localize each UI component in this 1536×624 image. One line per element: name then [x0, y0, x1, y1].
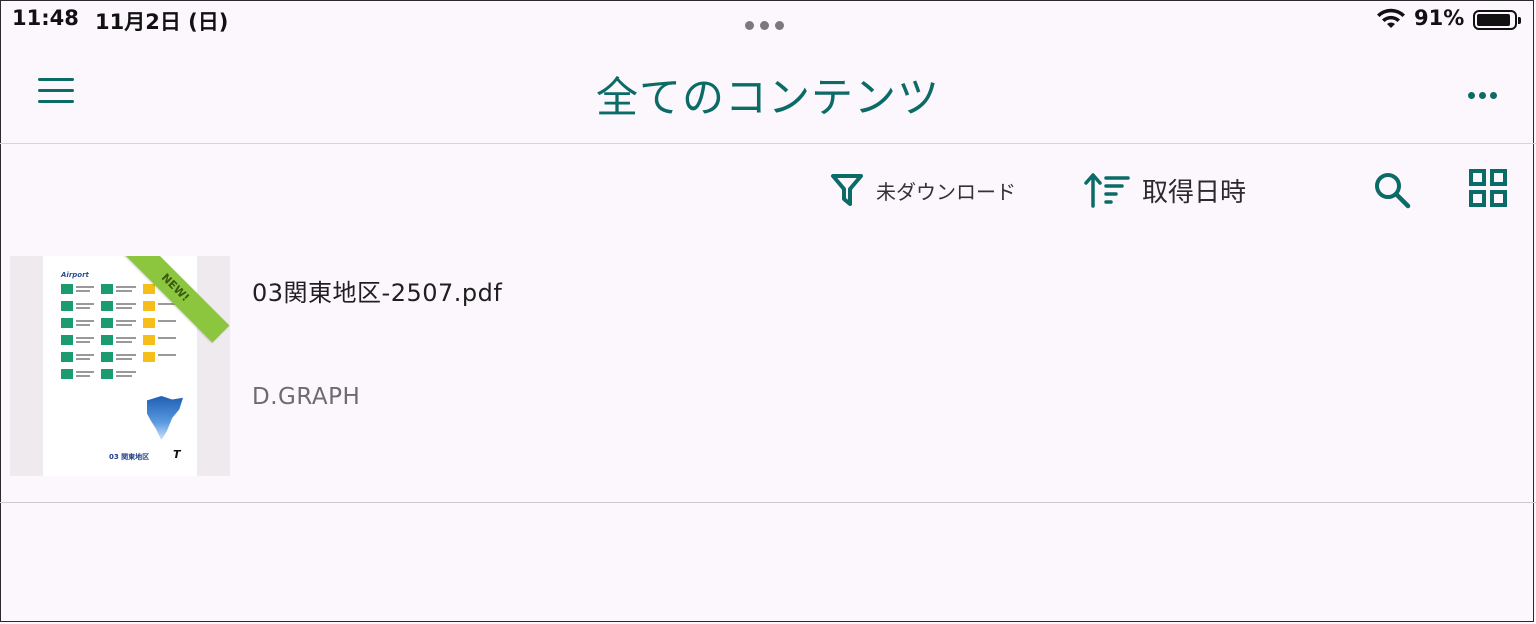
thumbnail-brand: Airport: [61, 271, 89, 279]
document-thumbnail[interactable]: Airport 03 関東地区 T NEW!: [10, 256, 230, 476]
item-publisher: D.GRAPH: [252, 384, 361, 410]
page-title: 全てのコンテンツ: [595, 73, 940, 122]
filter-button[interactable]: 未ダウンロード: [830, 170, 1016, 210]
battery-percent: 91%: [1414, 6, 1465, 30]
status-date: 11月2日 (日): [95, 10, 229, 34]
item-filename: 03関東地区-2507.pdf: [252, 279, 503, 307]
sort-ascending-icon: [1084, 173, 1130, 208]
multitasking-dots-icon[interactable]: [745, 15, 791, 30]
grid-view-icon[interactable]: [1468, 168, 1508, 208]
search-icon[interactable]: [1372, 170, 1412, 210]
sort-button[interactable]: 取得日時: [1084, 168, 1246, 212]
app-header: 全てのコンテンツ: [0, 40, 1536, 144]
filter-icon: [831, 174, 863, 206]
status-time: 11:48: [12, 6, 79, 30]
content-list-item[interactable]: Airport 03 関東地区 T NEW! 03関東地区-2507.pdf D…: [0, 256, 1536, 503]
more-horizontal-icon[interactable]: [1468, 84, 1508, 100]
sort-label: 取得日時: [1142, 177, 1247, 208]
thumbnail-footer: 03 関東地区: [109, 453, 150, 461]
wifi-icon: [1377, 8, 1405, 28]
battery-level-fill: [1477, 14, 1510, 26]
filter-label: 未ダウンロード: [876, 179, 1016, 204]
thumbnail-logo: T: [173, 448, 181, 461]
battery-icon: [1473, 10, 1521, 30]
status-bar: 11:48 11月2日 (日) 91%: [0, 0, 1536, 40]
content-toolbar: 未ダウンロード 取得日時: [0, 144, 1536, 234]
kanto-map-graphic: [147, 396, 183, 440]
